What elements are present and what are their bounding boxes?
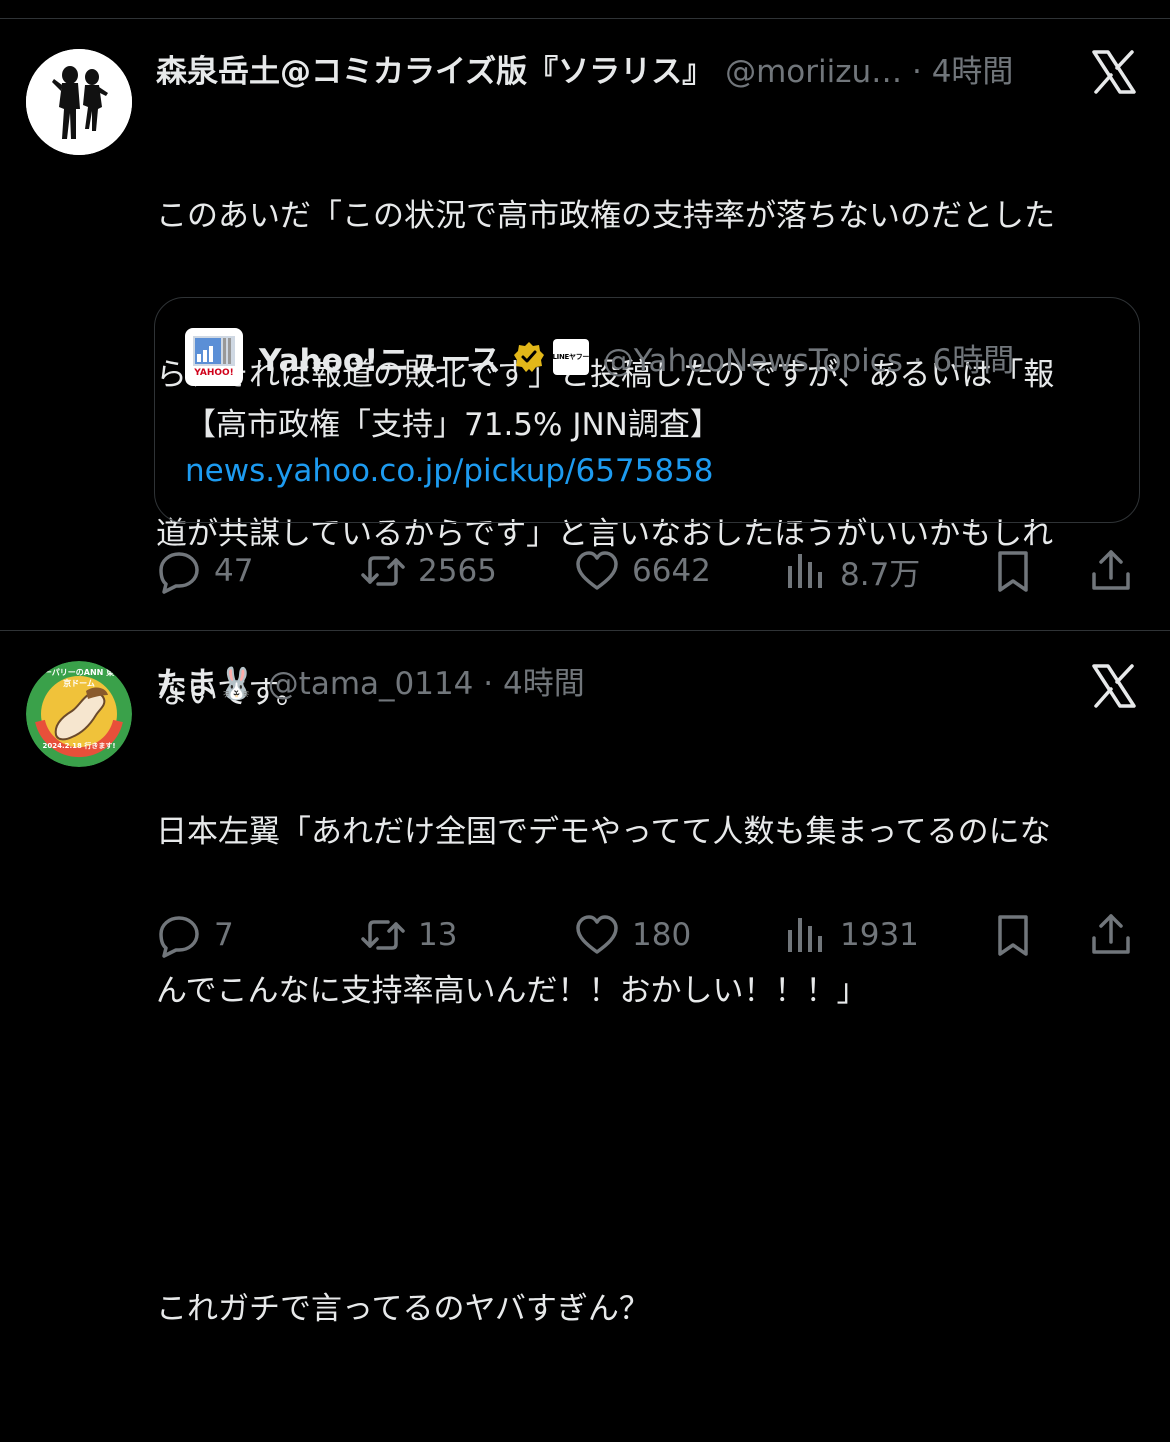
avatar-arc-text: ーパリーのANN 東京ドーム — [43, 668, 115, 688]
bookmark-icon — [998, 551, 1028, 592]
handle-and-time[interactable]: @tama_0114 · 4時間 — [268, 658, 585, 703]
display-name[interactable]: たま🐰 — [156, 658, 256, 703]
quoted-tweet[interactable]: YAHOO! Yahoo!ニュース LINEヤフー @YahooNewsTopi… — [154, 297, 1140, 523]
tweet-text-line: 日本左翼「あれだけ全国でデモやってて人数も集まってるのにな — [156, 814, 1051, 850]
like-button[interactable]: 180 — [574, 910, 691, 960]
like-button[interactable]: 6642 — [574, 546, 711, 596]
share-icon — [1092, 914, 1130, 954]
tweet-text-line: これガチで言ってるのヤバすぎん？ — [156, 1291, 650, 1327]
action-bar: 7 13 180 1931 — [0, 910, 1170, 960]
tweet-text: 日本左翼「あれだけ全国でデモやってて人数も集まってるのにな んでこんなに支持率高… — [156, 700, 1146, 1442]
top-divider — [0, 18, 1170, 19]
bookmark-icon — [998, 915, 1028, 956]
views-count: 8.7万 — [840, 556, 921, 593]
reply-button[interactable]: 7 — [156, 910, 234, 960]
retweet-count: 13 — [418, 917, 458, 953]
views-count: 1931 — [840, 917, 919, 953]
quoted-tweet-link[interactable]: news.yahoo.co.jp/pickup/6575858 — [185, 448, 714, 494]
reply-count: 7 — [214, 917, 234, 953]
quoted-tweet-text: 【高市政権「支持」71.5% JNN調査】 — [185, 407, 721, 443]
tweet-header: たま🐰 @tama_0114 · 4時間 — [156, 658, 585, 702]
reply-button[interactable]: 47 — [156, 546, 253, 596]
avatar[interactable] — [26, 49, 132, 155]
retweet-icon — [361, 920, 405, 950]
views-icon — [788, 918, 822, 952]
views-icon — [788, 554, 822, 588]
retweet-icon — [361, 556, 405, 586]
like-count: 6642 — [632, 553, 711, 589]
like-icon — [576, 915, 618, 954]
reply-icon — [159, 552, 199, 594]
tweet-text-line: んでこんなに支持率高いんだ！！おかしい！！！」 — [156, 973, 868, 1009]
avatar-caption: 2024.2.18 行きます! — [42, 742, 116, 750]
reply-icon — [159, 916, 199, 958]
affiliate-badge-label: LINEヤフー — [552, 353, 590, 361]
yahoo-news-logo[interactable]: YAHOO! — [185, 328, 243, 386]
like-count: 180 — [632, 917, 692, 953]
tweet[interactable]: ーパリーのANN 東京ドーム 2024.2.18 行きます! たま🐰 @tama… — [0, 658, 1170, 1327]
action-bar: 47 2565 6642 8.7万 — [0, 546, 1170, 596]
avatar[interactable]: ーパリーのANN 東京ドーム 2024.2.18 行きます! — [26, 661, 132, 767]
bookmark-button[interactable] — [990, 546, 1036, 596]
affiliate-badge[interactable]: LINEヤフー — [552, 339, 590, 375]
reply-count: 47 — [214, 553, 254, 589]
quoted-handle-and-time[interactable]: @YahooNewsTopics · 6時間 — [603, 335, 1014, 380]
yahoo-logo-text: YAHOO! — [194, 368, 234, 378]
views-button[interactable]: 1931 — [782, 910, 919, 960]
retweet-count: 2565 — [418, 553, 497, 589]
retweet-button[interactable]: 13 — [360, 910, 457, 960]
share-icon — [1092, 550, 1130, 590]
share-button[interactable] — [1088, 546, 1134, 596]
views-button[interactable]: 8.7万 — [782, 546, 920, 596]
tweet-text-line — [156, 1124, 1146, 1177]
quoted-display-name[interactable]: Yahoo!ニュース — [259, 335, 501, 380]
tweet[interactable]: 森泉岳土@コミカライズ版『ソラリス』 @moriizu… · 4時間 このあいだ… — [0, 46, 1170, 711]
like-icon — [576, 551, 618, 590]
retweet-button[interactable]: 2565 — [360, 546, 497, 596]
tweet-text-line: このあいだ「この状況で高市政権の支持率が落ちないのだとした — [156, 198, 1055, 234]
avatar-silhouette-image — [26, 49, 132, 155]
verified-icon — [513, 342, 544, 372]
tweet-divider — [0, 630, 1170, 631]
quoted-tweet-header: YAHOO! Yahoo!ニュース LINEヤフー @YahooNewsTopi… — [185, 328, 1014, 386]
bookmark-button[interactable] — [990, 910, 1036, 960]
share-button[interactable] — [1088, 910, 1134, 960]
